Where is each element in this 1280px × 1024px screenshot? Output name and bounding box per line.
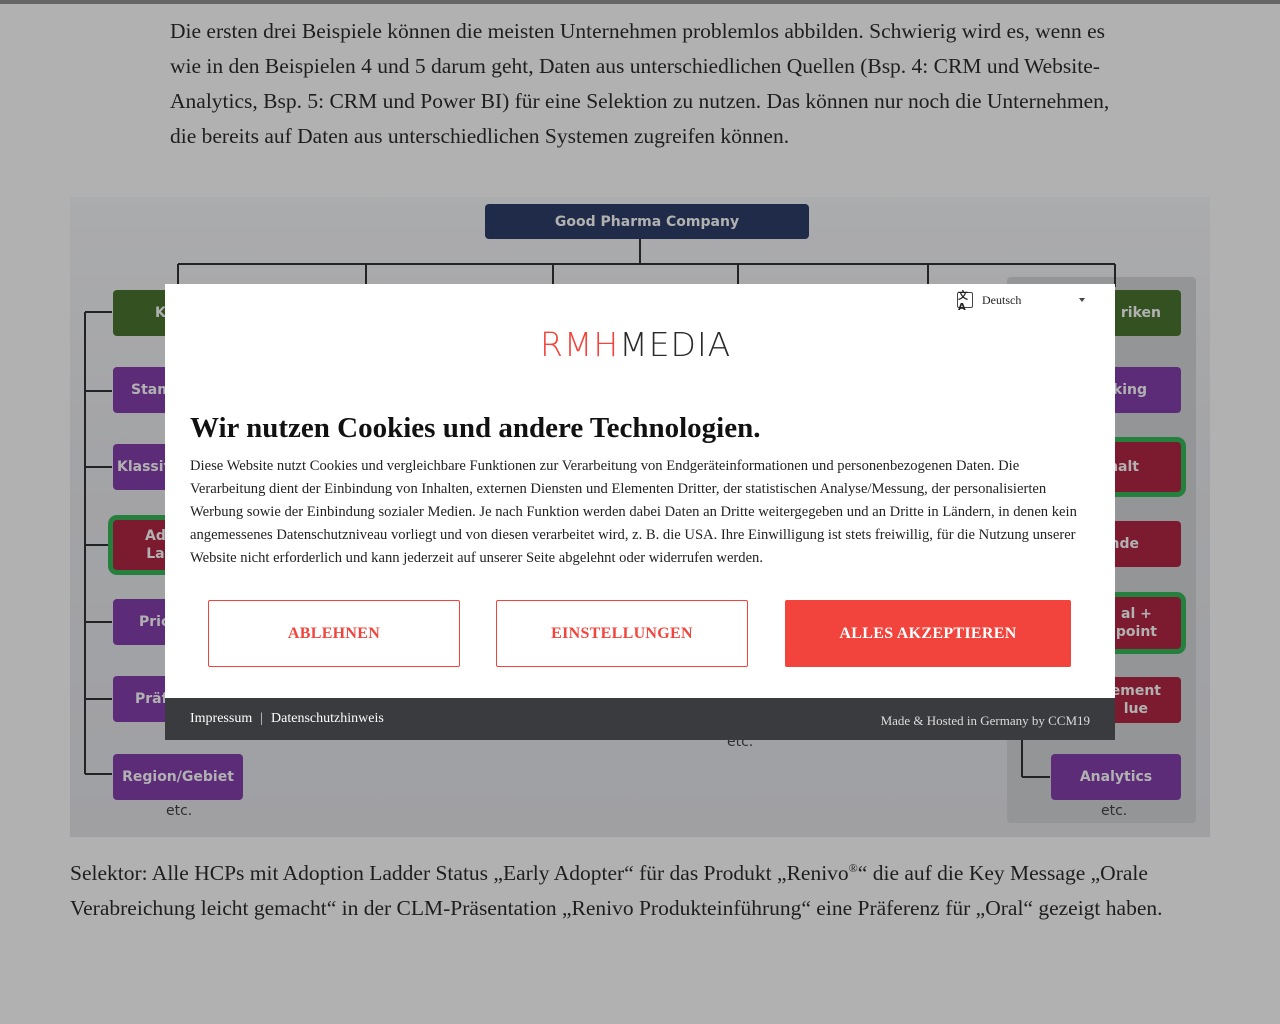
- cookie-dialog-text: Diese Website nutzt Cookies und vergleic…: [190, 458, 1077, 566]
- accept-all-button[interactable]: ALLES AKZEPTIEREN: [785, 600, 1071, 667]
- settings-button[interactable]: EINSTELLUNGEN: [496, 600, 748, 667]
- language-select[interactable]: 文A Deutsch: [957, 290, 1087, 313]
- language-select-value: Deutsch: [982, 292, 1022, 307]
- brand-logo: RMH MEDIA: [540, 325, 740, 364]
- logo-part-media: MEDIA: [619, 324, 732, 364]
- cookie-dialog-title: Wir nutzen Cookies und andere Technologi…: [190, 412, 761, 444]
- logo-part-rmh: RMH: [540, 324, 620, 364]
- cookie-dialog-footer: Impressum | Datenschutzhinweis Made & Ho…: [165, 698, 1115, 740]
- cookie-consent-dialog: 文A Deutsch RMH MEDIA Wir nutzen Cookies u…: [165, 284, 1115, 740]
- footer-links: Impressum | Datenschutzhinweis: [190, 711, 384, 727]
- chevron-down-icon: [1079, 298, 1085, 302]
- hosted-by-label: Made & Hosted in Germany by CCM19: [880, 713, 1090, 728]
- privacy-link[interactable]: Datenschutzhinweis: [271, 711, 384, 727]
- footer-separator: |: [260, 711, 264, 726]
- impressum-link[interactable]: Impressum: [190, 711, 252, 727]
- decline-button[interactable]: ABLEHNEN: [208, 600, 460, 667]
- translate-icon: 文A: [957, 291, 973, 313]
